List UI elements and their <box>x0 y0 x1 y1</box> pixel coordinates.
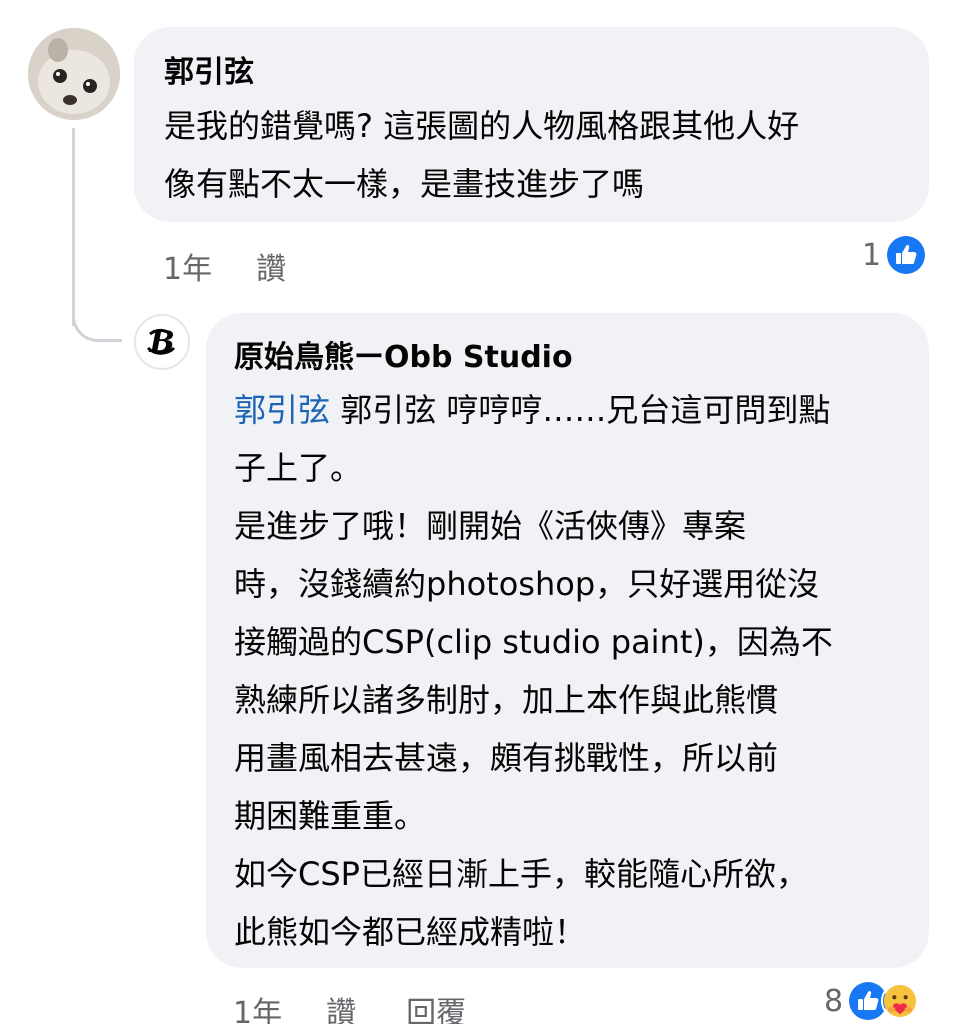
comment-author[interactable]: 郭引弦 <box>164 53 899 93</box>
reply-line: 郭引弦 郭引弦 哼哼哼……兄台這可問到點 <box>234 381 901 439</box>
like-button[interactable]: 讚 <box>326 988 356 1024</box>
avatar[interactable] <box>28 28 120 120</box>
reply-line: 熟練所以諸多制肘，加上本作與此熊慣 <box>234 681 779 719</box>
reaction-summary[interactable]: 1 <box>862 236 926 274</box>
comment-line: 是我的錯覺嗎? 這張圖的人物風格跟其他人好 <box>164 107 800 145</box>
reply-line: 此熊如今都已經成精啦！ <box>234 913 587 951</box>
comment-line: 像有點不太一樣，是畫技進步了嗎 <box>164 165 645 203</box>
like-button[interactable]: 讚 <box>256 244 286 288</box>
reply-line: 如今CSP已經日漸上手，較能隨心所欲， <box>234 855 808 893</box>
reply-actions: 1年 讚 回覆 <box>233 988 466 1024</box>
reply-line: 接觸過的CSP(clip studio paint)，因為不 <box>234 623 833 661</box>
reply-timestamp[interactable]: 1年 <box>233 988 282 1024</box>
comment-timestamp[interactable]: 1年 <box>163 244 212 288</box>
reaction-summary[interactable]: 8 <box>824 982 920 1020</box>
reply-text: 郭引弦 郭引弦 哼哼哼……兄台這可問到點 子上了。 是進步了哦！剛開始《活俠傳》… <box>234 381 901 961</box>
reply-line: 是進步了哦！剛開始《活俠傳》專案 <box>234 507 747 545</box>
comment-actions: 1年 讚 <box>163 244 286 288</box>
reply-author[interactable]: 原始鳥熊ーObb Studio <box>234 341 901 375</box>
comment-bubble: 郭引弦 是我的錯覺嗎? 這張圖的人物風格跟其他人好 像有點不太一樣，是畫技進步了… <box>134 27 929 222</box>
reply-button[interactable]: 回覆 <box>406 988 466 1024</box>
comment-text: 是我的錯覺嗎? 這張圖的人物風格跟其他人好 像有點不太一樣，是畫技進步了嗎 <box>164 97 899 213</box>
obb-studio-logo-icon: B <box>146 325 176 360</box>
mention-link[interactable]: 郭引弦 <box>234 391 330 429</box>
reply-bubble: 原始鳥熊ーObb Studio 郭引弦 郭引弦 哼哼哼……兄台這可問到點 子上了… <box>206 313 929 968</box>
reply-line: 期困難重重。 <box>234 797 427 835</box>
avatar[interactable]: B <box>134 314 190 370</box>
reply-line: 子上了。 <box>234 449 363 487</box>
reply-line-text: 郭引弦 哼哼哼……兄台這可問到點 <box>330 391 831 429</box>
reaction-count: 1 <box>862 237 882 273</box>
reaction-count: 8 <box>824 983 844 1019</box>
thread-connector <box>72 290 122 342</box>
reply-line: 時，沒錢續約photoshop，只好選用從沒 <box>234 565 820 603</box>
avatar-image <box>28 28 120 120</box>
like-icon <box>887 236 926 274</box>
reply-line: 用畫風相去甚遠，頗有挑戰性，所以前 <box>234 739 779 777</box>
care-icon <box>881 982 920 1020</box>
